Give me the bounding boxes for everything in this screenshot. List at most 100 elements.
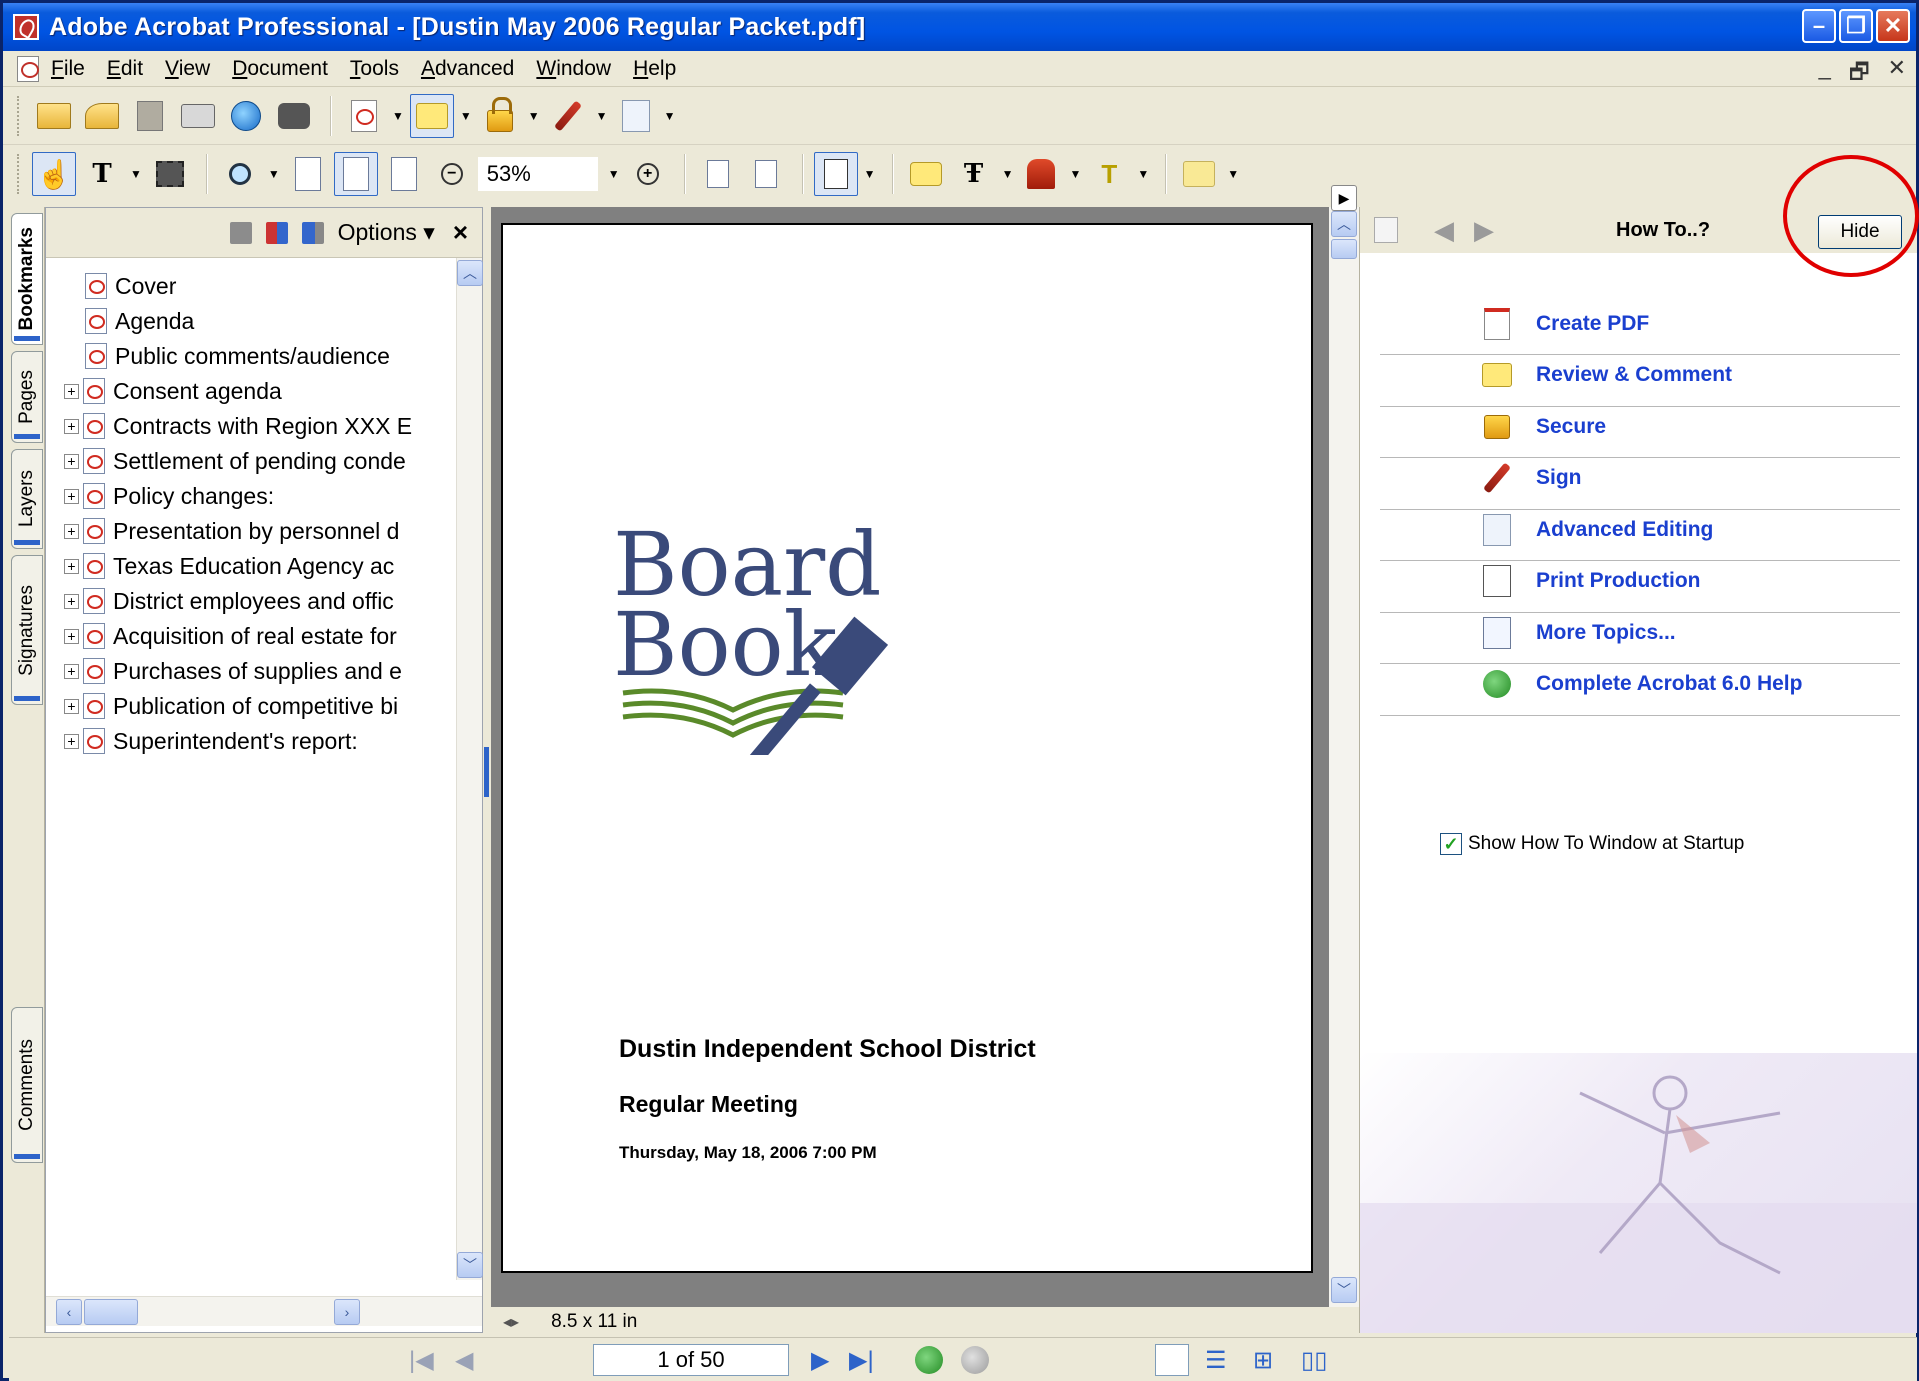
note-tool-button[interactable] bbox=[904, 152, 948, 196]
toolbar-grip[interactable] bbox=[17, 95, 22, 136]
bookmark-horizontal-scrollbar[interactable]: ‹ › bbox=[46, 1296, 482, 1326]
next-view-button[interactable] bbox=[961, 1346, 989, 1374]
zoom-level-dropdown[interactable]: ▼ bbox=[608, 167, 620, 181]
how-to-button[interactable] bbox=[813, 152, 858, 196]
actual-size-button[interactable] bbox=[286, 152, 330, 196]
zoom-plus-button[interactable]: + bbox=[626, 152, 670, 196]
show-at-startup-checkbox[interactable]: ✓ bbox=[1440, 833, 1462, 855]
bookmark-item[interactable]: + Purchases of supplies and e bbox=[64, 653, 402, 689]
expand-bookmark-icon[interactable] bbox=[301, 221, 324, 244]
search-button[interactable] bbox=[272, 94, 316, 138]
scroll-down-button[interactable]: ﹀ bbox=[457, 1252, 483, 1278]
tab-pages[interactable]: Pages bbox=[11, 351, 43, 443]
stamp-dropdown[interactable]: ▼ bbox=[1069, 167, 1081, 181]
tab-bookmarks[interactable]: Bookmarks bbox=[11, 213, 43, 345]
topic-link[interactable]: Print Production bbox=[1536, 569, 1701, 593]
text-edit-button[interactable]: Ŧ bbox=[952, 152, 996, 196]
menu-edit[interactable]: Edit bbox=[107, 57, 143, 81]
zoom-tool-dropdown[interactable]: ▼ bbox=[268, 167, 280, 181]
menu-view[interactable]: View bbox=[165, 57, 210, 81]
restore-button[interactable]: ❐ bbox=[1839, 9, 1873, 43]
bookmark-item[interactable]: + Superintendent's report: bbox=[64, 723, 358, 759]
previous-view-button[interactable] bbox=[915, 1346, 943, 1374]
menu-window[interactable]: Window bbox=[536, 57, 611, 81]
expand-toggle-icon[interactable]: + bbox=[64, 383, 79, 399]
acrobat-app-icon[interactable] bbox=[13, 14, 39, 40]
close-button[interactable]: ✕ bbox=[1876, 9, 1910, 43]
menu-document[interactable]: Document bbox=[232, 57, 328, 81]
stamp-tool-button[interactable] bbox=[1019, 152, 1063, 196]
title-bar[interactable]: Adobe Acrobat Professional - [Dustin May… bbox=[3, 3, 1916, 51]
hand-tool-button[interactable]: ☝ bbox=[32, 152, 76, 196]
bookmark-item[interactable]: + Consent agenda bbox=[64, 373, 282, 409]
rotate-counterclockwise-button[interactable] bbox=[744, 152, 788, 196]
bookmark-item[interactable]: + District employees and offic bbox=[64, 583, 394, 619]
doc-scroll-thumb[interactable] bbox=[1331, 239, 1357, 259]
page-number-input[interactable]: 1 of 50 bbox=[593, 1344, 789, 1376]
snapshot-button[interactable] bbox=[148, 152, 192, 196]
print-button[interactable] bbox=[176, 94, 220, 138]
expand-toggle-icon[interactable]: + bbox=[64, 488, 79, 504]
show-at-startup-option[interactable]: ✓ Show How To Window at Startup bbox=[1440, 833, 1744, 855]
previous-page-button[interactable]: ◀ bbox=[455, 1346, 473, 1375]
delete-bookmark-icon[interactable] bbox=[229, 221, 252, 244]
expand-toggle-icon[interactable]: + bbox=[64, 628, 79, 644]
sign-button[interactable] bbox=[546, 94, 590, 138]
options-menu-button[interactable]: Options ▾ bbox=[338, 219, 435, 246]
menu-tools[interactable]: Tools bbox=[350, 57, 399, 81]
zoom-in-tool-button[interactable] bbox=[218, 152, 262, 196]
show-comments-dropdown[interactable]: ▼ bbox=[1227, 167, 1239, 181]
select-text-button[interactable]: T bbox=[80, 152, 124, 196]
expand-toggle-icon[interactable]: + bbox=[64, 698, 79, 714]
expand-toggle-icon[interactable]: + bbox=[64, 663, 79, 679]
highlight-dropdown[interactable]: ▼ bbox=[1137, 167, 1149, 181]
bookmark-item[interactable]: Public comments/audience bbox=[85, 338, 390, 374]
topic-link[interactable]: Review & Comment bbox=[1536, 363, 1732, 387]
create-pdf-button[interactable] bbox=[342, 94, 386, 138]
topic-link[interactable]: Complete Acrobat 6.0 Help bbox=[1536, 672, 1802, 696]
save-button[interactable] bbox=[128, 94, 172, 138]
menu-file[interactable]: File bbox=[51, 57, 85, 81]
advanced-editing-dropdown[interactable]: ▼ bbox=[664, 109, 676, 123]
sign-dropdown[interactable]: ▼ bbox=[596, 109, 608, 123]
topic-link[interactable]: Create PDF bbox=[1536, 312, 1649, 336]
bookmark-item[interactable]: + Contracts with Region XXX E bbox=[64, 408, 412, 444]
topic-link[interactable]: Secure bbox=[1536, 415, 1606, 439]
bookmark-item[interactable]: Agenda bbox=[85, 303, 194, 339]
bookmark-item[interactable]: + Texas Education Agency ac bbox=[64, 548, 394, 584]
zoom-level-input[interactable]: 53% bbox=[477, 157, 598, 191]
split-view-icon[interactable]: ◂▸ bbox=[503, 1312, 519, 1332]
document-vertical-scrollbar[interactable]: ▶ ︿ ﹀ bbox=[1329, 185, 1359, 1307]
how-to-list-icon[interactable] bbox=[1374, 217, 1398, 243]
expand-toggle-icon[interactable]: + bbox=[64, 453, 79, 469]
toolbar-grip[interactable] bbox=[17, 154, 22, 194]
bookmark-item[interactable]: + Policy changes: bbox=[64, 478, 274, 514]
zoom-out-button[interactable]: − bbox=[430, 152, 474, 196]
bookmark-item[interactable]: + Publication of competitive bi bbox=[64, 688, 398, 724]
bookmark-item[interactable]: + Presentation by personnel d bbox=[64, 513, 399, 549]
create-pdf-dropdown[interactable]: ▼ bbox=[392, 109, 404, 123]
continuous-facing-layout-button[interactable]: ⊞ bbox=[1253, 1346, 1273, 1375]
show-comments-button[interactable] bbox=[1177, 152, 1221, 196]
continuous-layout-button[interactable]: ☰ bbox=[1205, 1346, 1227, 1375]
expand-toggle-icon[interactable]: + bbox=[64, 558, 79, 574]
document-view[interactable]: Board Book Dustin Independent School Dis… bbox=[491, 207, 1329, 1307]
bookmark-item[interactable]: Cover bbox=[85, 268, 176, 304]
minimize-button[interactable]: – bbox=[1802, 9, 1836, 43]
next-page-button[interactable]: ▶ bbox=[811, 1346, 829, 1375]
fit-width-button[interactable] bbox=[382, 152, 426, 196]
scroll-right-button[interactable]: › bbox=[334, 1299, 360, 1325]
text-edit-dropdown[interactable]: ▼ bbox=[1002, 167, 1014, 181]
select-text-dropdown[interactable]: ▼ bbox=[130, 167, 142, 181]
expand-toggle-icon[interactable]: + bbox=[64, 418, 79, 434]
pane-toggle-button[interactable]: ▶ bbox=[1331, 185, 1357, 211]
last-page-button[interactable]: ▶| bbox=[849, 1346, 874, 1375]
secure-dropdown[interactable]: ▼ bbox=[528, 109, 540, 123]
tab-layers[interactable]: Layers bbox=[11, 449, 43, 549]
tab-signatures[interactable]: Signatures bbox=[11, 555, 43, 705]
fit-page-button[interactable] bbox=[333, 152, 378, 196]
single-page-layout-button[interactable] bbox=[1155, 1344, 1189, 1376]
scroll-thumb[interactable] bbox=[84, 1299, 138, 1325]
first-page-button[interactable]: |◀ bbox=[409, 1346, 434, 1375]
scroll-up-button[interactable]: ︿ bbox=[457, 260, 483, 286]
